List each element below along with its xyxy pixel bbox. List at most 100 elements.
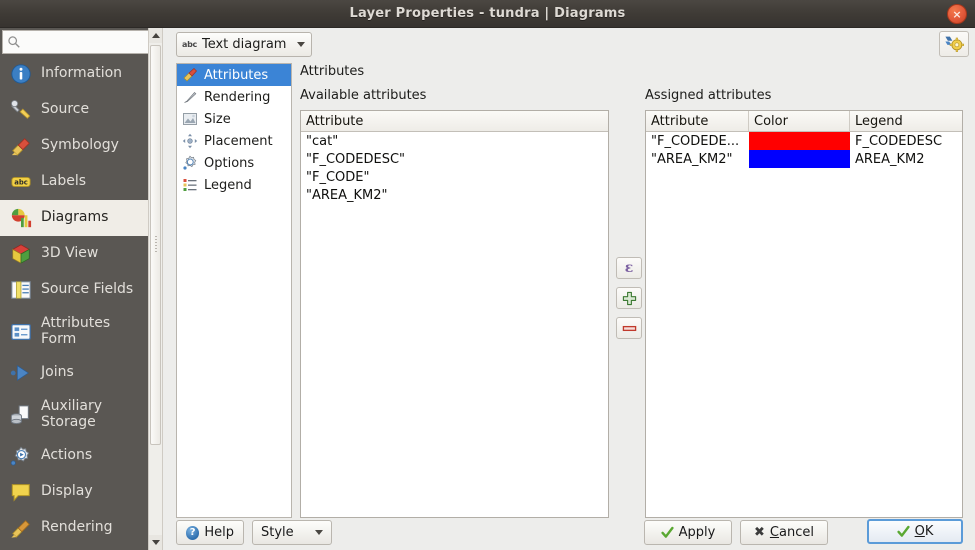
sidebar-item-information[interactable]: Information bbox=[0, 56, 148, 92]
remove-button[interactable] bbox=[616, 317, 642, 339]
sidebar-item-label: Information bbox=[41, 65, 123, 82]
color-swatch-cell[interactable] bbox=[749, 150, 850, 168]
sidebar-scrollbar[interactable] bbox=[148, 28, 163, 550]
sidebar-item-label: Auxiliary Storage bbox=[41, 397, 103, 430]
x-icon: ✖ bbox=[754, 525, 765, 540]
apply-button[interactable]: Apply bbox=[644, 520, 732, 545]
sidebar-item-label: Source Fields bbox=[41, 281, 134, 298]
table-row[interactable]: "F_CODEDE... F_CODEDESC bbox=[646, 132, 962, 150]
source-fields-icon bbox=[11, 281, 31, 299]
list-item[interactable]: "F_CODE" bbox=[301, 168, 608, 186]
data-defined-override-button[interactable] bbox=[939, 31, 969, 57]
list-item[interactable]: "AREA_KM2" bbox=[301, 186, 608, 204]
scrollbar-thumb[interactable] bbox=[150, 45, 161, 445]
auxiliary-storage-icon bbox=[10, 404, 29, 424]
sidebar-item-labels[interactable]: abc Labels bbox=[0, 164, 148, 200]
ok-label: OK bbox=[914, 524, 934, 539]
sidebar-item-joins[interactable]: Joins bbox=[0, 355, 148, 391]
style-label: Style bbox=[261, 525, 294, 540]
attribute-value: "AREA_KM2" bbox=[306, 187, 388, 203]
tab-rendering[interactable]: Rendering bbox=[177, 86, 291, 108]
tab-options[interactable]: Options bbox=[177, 152, 291, 174]
color-swatch[interactable] bbox=[749, 132, 850, 150]
expression-button[interactable]: ε bbox=[616, 257, 642, 279]
sidebar-item-label: Actions bbox=[41, 447, 93, 464]
search-container bbox=[0, 28, 148, 56]
check-icon bbox=[661, 526, 674, 538]
cancel-button[interactable]: ✖ Cancel bbox=[740, 520, 828, 545]
sidebar-item-rendering[interactable]: Rendering bbox=[0, 510, 148, 546]
column-header-color[interactable]: Color bbox=[749, 111, 850, 131]
plus-icon bbox=[622, 291, 636, 305]
chevron-down-icon bbox=[315, 530, 323, 535]
sidebar-item-label: Labels bbox=[41, 173, 87, 190]
close-icon[interactable]: × bbox=[947, 4, 967, 24]
source-icon bbox=[11, 100, 31, 119]
tab-legend[interactable]: Legend bbox=[177, 174, 291, 196]
scrollbar-up-button[interactable] bbox=[149, 28, 162, 43]
3d-view-icon bbox=[11, 244, 31, 264]
available-attributes-label: Available attributes bbox=[300, 88, 427, 103]
dialog-button-bar: ? Help Style Apply ✖ Cancel OK bbox=[164, 516, 975, 550]
legend-value: F_CODEDESC bbox=[855, 133, 943, 149]
chevron-up-icon bbox=[151, 33, 160, 38]
available-attributes-table[interactable]: Attribute "cat" "F_CODEDESC" "F_CODE" "A… bbox=[300, 110, 609, 518]
legend-icon bbox=[183, 179, 197, 191]
window-titlebar: Layer Properties - tundra | Diagrams × bbox=[0, 0, 975, 28]
tab-label: Size bbox=[204, 111, 231, 127]
color-swatch-cell[interactable] bbox=[749, 132, 850, 150]
column-header-attribute[interactable]: Attribute bbox=[301, 111, 608, 131]
sidebar-item-label: Source bbox=[41, 101, 90, 118]
assigned-attribute-value: "F_CODEDE... bbox=[651, 133, 740, 149]
chevron-down-icon bbox=[297, 42, 306, 47]
attribute-value: "F_CODE" bbox=[306, 169, 370, 185]
main-content: abc Text diagram Attributes Rendering Si… bbox=[164, 28, 975, 550]
joins-icon bbox=[10, 364, 29, 382]
table-header-row: Attribute bbox=[301, 111, 608, 132]
column-header-legend[interactable]: Legend bbox=[850, 111, 962, 131]
sidebar-item-attributes-form[interactable]: Attributes Form bbox=[0, 308, 148, 355]
sidebar-item-symbology[interactable]: Symbology bbox=[0, 128, 148, 164]
sidebar-item-source-fields[interactable]: Source Fields bbox=[0, 272, 148, 308]
tab-label: Options bbox=[204, 155, 255, 171]
tab-placement[interactable]: Placement bbox=[177, 130, 291, 152]
panel-heading: Attributes bbox=[300, 64, 365, 79]
options-icon bbox=[183, 155, 197, 170]
close-glyph: × bbox=[952, 7, 962, 21]
diagram-type-combo[interactable]: abc Text diagram bbox=[176, 32, 313, 57]
attributes-icon bbox=[183, 68, 197, 82]
attribute-value: "F_CODEDESC" bbox=[306, 151, 406, 167]
search-box[interactable] bbox=[2, 30, 148, 54]
sidebar-item-source[interactable]: Source bbox=[0, 92, 148, 128]
color-swatch[interactable] bbox=[749, 150, 850, 168]
sidebar-item-diagrams[interactable]: Diagrams bbox=[0, 200, 148, 236]
sidebar-item-auxiliary-storage[interactable]: Auxiliary Storage bbox=[0, 391, 148, 438]
svg-text:abc: abc bbox=[14, 179, 28, 187]
data-defined-override-icon bbox=[945, 36, 964, 52]
attributes-form-icon bbox=[11, 323, 31, 340]
actions-icon bbox=[10, 446, 30, 466]
ok-button[interactable]: OK bbox=[867, 519, 963, 544]
sidebar-nav-list: Information Source Symbology abc Labels … bbox=[0, 56, 148, 550]
size-icon bbox=[183, 113, 197, 125]
tab-attributes[interactable]: Attributes bbox=[177, 64, 291, 86]
sidebar-item-actions[interactable]: Actions bbox=[0, 438, 148, 474]
add-button[interactable] bbox=[616, 287, 642, 309]
style-button[interactable]: Style bbox=[252, 520, 332, 545]
rendering-brush-icon bbox=[184, 91, 197, 103]
table-row[interactable]: "AREA_KM2" AREA_KM2 bbox=[646, 150, 962, 168]
list-item[interactable]: "F_CODEDESC" bbox=[301, 150, 608, 168]
sidebar-item-variables[interactable]: ε Variables bbox=[0, 546, 148, 550]
minus-icon bbox=[622, 325, 636, 331]
sidebar-item-3d-view[interactable]: 3D View bbox=[0, 236, 148, 272]
list-item[interactable]: "cat" bbox=[301, 132, 608, 150]
assigned-attributes-table[interactable]: Attribute Color Legend "F_CODEDE... F_CO… bbox=[645, 110, 963, 518]
rendering-icon bbox=[11, 520, 30, 538]
column-header-attribute[interactable]: Attribute bbox=[646, 111, 749, 131]
sidebar-item-display[interactable]: Display bbox=[0, 474, 148, 510]
scrollbar-down-button[interactable] bbox=[149, 535, 162, 550]
diagram-type-value: Text diagram bbox=[201, 37, 287, 52]
tab-size[interactable]: Size bbox=[177, 108, 291, 130]
search-input[interactable] bbox=[21, 33, 148, 51]
help-button[interactable]: ? Help bbox=[176, 520, 244, 545]
